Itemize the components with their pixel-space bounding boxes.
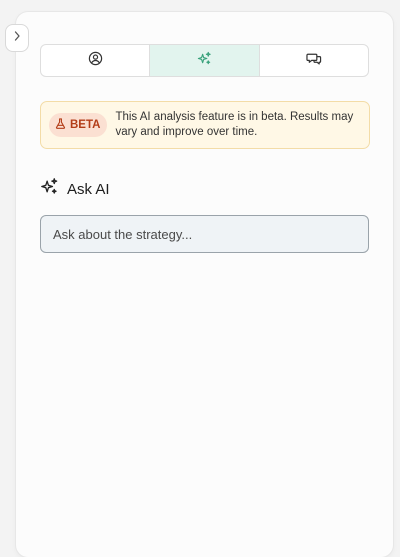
beta-badge-label: BETA (70, 119, 101, 131)
chat-bubbles-icon (306, 51, 322, 71)
side-panel: BETA This AI analysis feature is in beta… (16, 12, 393, 557)
sparkle-icon (197, 51, 212, 71)
flask-icon (55, 118, 66, 132)
tab-profile[interactable] (41, 45, 149, 76)
tab-comments[interactable] (258, 45, 368, 76)
user-circle-icon (88, 51, 103, 71)
chevron-right-icon (12, 29, 22, 47)
sparkle-icon (40, 177, 59, 201)
beta-notice: BETA This AI analysis feature is in beta… (40, 101, 370, 149)
beta-message: This AI analysis feature is in beta. Res… (115, 111, 354, 138)
tab-ai[interactable] (149, 45, 259, 76)
ask-ai-heading: Ask AI (40, 177, 110, 201)
beta-badge: BETA (49, 113, 108, 137)
ask-ai-input[interactable] (40, 215, 369, 253)
ask-ai-title: Ask AI (67, 180, 110, 198)
collapse-panel-button[interactable] (5, 24, 29, 52)
panel-tabs (40, 44, 369, 77)
